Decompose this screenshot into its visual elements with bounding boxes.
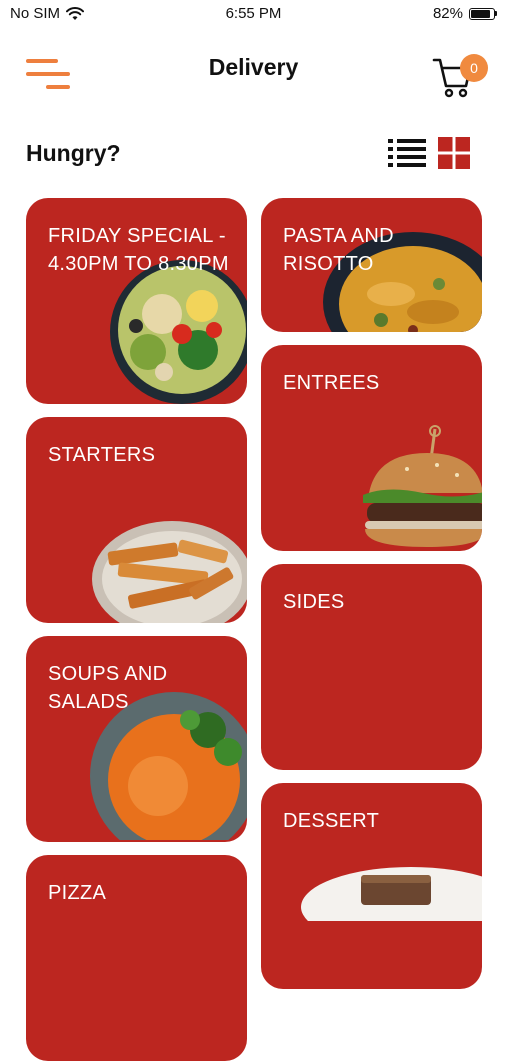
category-card-pasta-and-risotto[interactable]: PASTA AND RISOTTO [261,198,482,332]
list-view-icon[interactable] [388,138,426,168]
cart-count-badge: 0 [460,54,488,82]
fries-bowl-image [92,521,247,623]
category-label: FRIDAY SPECIAL - 4.30PM TO 8.30PM [48,225,229,275]
category-label: SOUPS AND SALADS [48,663,168,713]
burger-image [363,425,482,547]
category-card-friday-special[interactable]: FRIDAY SPECIAL - 4.30PM TO 8.30PM [26,198,247,404]
section-heading: Hungry? [26,140,121,166]
battery-info: 82% [433,5,497,22]
category-label: PASTA AND RISOTTO [283,225,394,275]
category-label: STARTERS [48,444,156,466]
battery-percent: 82% [432,5,463,22]
category-label: SIDES [283,591,345,613]
category-card-sides[interactable]: SIDES [261,564,482,770]
battery-icon [469,7,497,20]
category-label: DESSERT [283,810,380,832]
category-card-pizza[interactable]: PIZZA [26,855,247,1061]
category-card-dessert[interactable]: DESSERT [261,783,482,989]
dessert-plate-image [301,867,482,921]
status-time: 6:55 PM [225,5,282,22]
category-card-entrees[interactable]: ENTREES [261,345,482,551]
category-label: PIZZA [48,882,107,904]
page-title: Delivery [208,54,299,80]
category-label: ENTREES [283,372,380,394]
category-card-starters[interactable]: STARTERS [26,417,247,623]
category-card-soups-and-salads[interactable]: SOUPS AND SALADS [26,636,247,842]
status-bar: No SIM 6:55 PM 82% [0,0,507,28]
grid-view-icon[interactable] [438,137,470,169]
